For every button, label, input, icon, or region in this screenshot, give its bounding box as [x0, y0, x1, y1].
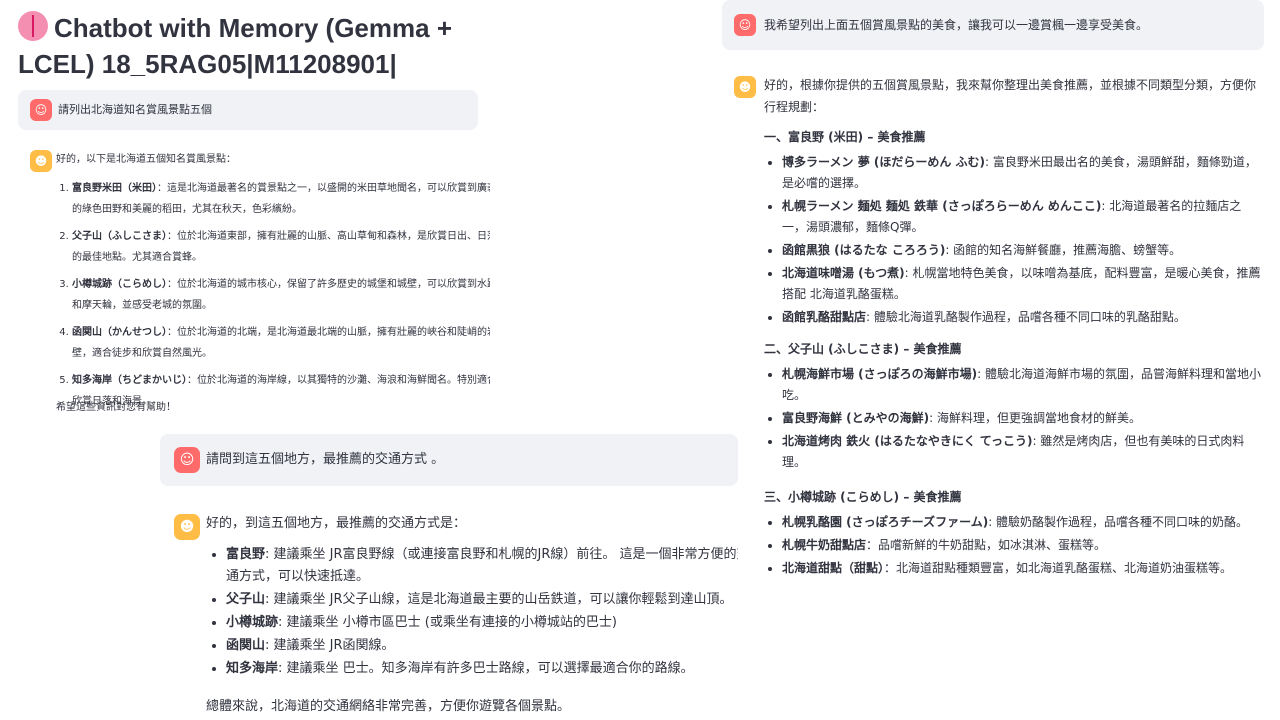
- list-item: 札幌海鮮市場 (さっぽろの海鮮市場): 體驗北海道海鮮市場的氛圍，品嘗海鮮料理和…: [782, 364, 1264, 406]
- assistant-outro: 總體來說，北海道的交通網絡非常完善，方便你遊覽各個景點。: [206, 699, 571, 714]
- section-heading: 二、父子山 (ふしこさま) – 美食推薦: [764, 342, 962, 356]
- assistant-list: 富良野米田（米田）：這是北海道最著名的賞景點之一，以盛開的米田草地聞名，可以欣賞…: [56, 178, 490, 418]
- user-message: ☺ 請列出北海道知名賞風景點五個: [18, 90, 478, 130]
- section-heading: 一、富良野 (米田) – 美食推薦: [764, 130, 926, 144]
- list-item: 札幌乳酪園 (さっぽろチーズファーム): 體驗奶酪製作過程，品嚐各種不同口味的奶…: [782, 512, 1264, 533]
- user-message: ☺ 請問到這五個地方，最推薦的交通方式 。: [160, 434, 738, 486]
- assistant-intro: 好的，到這五個地方，最推薦的交通方式是：: [206, 516, 467, 531]
- list-item: 函館黒狼 (はるたな ころろう): 函館的知名海鮮餐廳，推薦海膽、螃蟹等。: [782, 240, 1264, 261]
- user-avatar-icon: ☺: [174, 447, 200, 473]
- user-message-text: 我希望列出上面五個賞風景點的美食，讓我可以一邊賞楓一邊享受美食。: [764, 18, 1149, 32]
- list-item: 小樽城跡（こらめし）：位於北海道的城市核心，保留了許多歷史的城堡和城壁，可以欣賞…: [72, 274, 490, 316]
- chat-panel-right: ☺ 我希望列出上面五個賞風景點的美食，讓我可以一邊賞楓一邊享受美食。 ☻ 好的，…: [720, 0, 1280, 600]
- assistant-outro: 希望這些資訊對您有幫助！: [56, 402, 176, 413]
- section-heading: 三、小樽城跡 (こらめし) – 美食推薦: [764, 490, 962, 504]
- assistant-intro: 好的，根據你提供的五個賞風景點，我來幫你整理出美食推薦，並根據不同類型分類，方便…: [764, 78, 1257, 114]
- bot-avatar-icon: ☻: [734, 76, 756, 98]
- food-section: 二、父子山 (ふしこさま) – 美食推薦 札幌海鮮市場 (さっぽろの海鮮市場):…: [764, 340, 1264, 475]
- food-section: 三、小樽城跡 (こらめし) – 美食推薦 札幌乳酪園 (さっぽろチーズファーム)…: [764, 488, 1264, 581]
- assistant-list: 富良野: 建議乘坐 JR富良野線（或連接富良野和札幌的JR線）前往。 這是一個非…: [208, 544, 738, 681]
- list-item: 北海道味噌湯 (もつ煮): 札幌當地特色美食，以味噌為基底，配料豐富，是暖心美食…: [782, 263, 1264, 305]
- list-item: 函関山（かんせつし）：位於北海道的北端，是北海道最北端的山脈，擁有壯麗的峽谷和陡…: [72, 322, 490, 364]
- list-item: 北海道烤肉 鉄火 (はるたなやきにく てっこう): 雖然是烤肉店，但也有美味的日…: [782, 431, 1264, 473]
- list-item: 函関山: 建議乘坐 JR函関線。: [226, 635, 738, 657]
- list-item: 知多海岸: 建議乘坐 巴士。知多海岸有許多巴士路線，可以選擇最適合你的路線。: [226, 658, 738, 680]
- user-avatar-icon: ☺: [734, 14, 756, 36]
- assistant-intro: 好的，以下是北海道五個知名賞風景點：: [56, 154, 236, 165]
- list-item: 富良野海鮮 (とみやの海鮮): 海鮮料理，但更強調當地食材的鮮美。: [782, 408, 1264, 429]
- list-item: 札幌ラーメン 麺処 麺処 鉄華 (さっぽろらーめん めんここ): 北海道最著名的…: [782, 196, 1264, 238]
- list-item: 父子山: 建議乘坐 JR父子山線，這是北海道最主要的山岳鉄道，可以讓你輕鬆到達山…: [226, 589, 738, 611]
- brain-icon: [18, 11, 48, 41]
- list-item: 函館乳酪甜點店: 體驗北海道乳酪製作過程，品嚐各種不同口味的乳酪甜點。: [782, 307, 1264, 328]
- bot-avatar-icon: ☻: [174, 514, 200, 540]
- user-message-text: 請問到這五個地方，最推薦的交通方式 。: [206, 452, 445, 467]
- bot-avatar-icon: ☻: [30, 150, 52, 172]
- page-title-text: Chatbot with Memory (Gemma + LCEL) 18_5R…: [18, 13, 452, 79]
- section-list: 札幌乳酪園 (さっぽろチーズファーム): 體驗奶酪製作過程，品嚐各種不同口味的奶…: [764, 512, 1264, 579]
- list-item: 父子山（ふしこさま）：位於北海道東部，擁有壯麗的山脈、高山草甸和森林，是欣賞日出…: [72, 226, 490, 268]
- list-item: 小樽城跡: 建議乘坐 小樽市區巴士 (或乘坐有連接的小樽城站的巴士): [226, 612, 738, 634]
- chat-panel-left-top: Chatbot with Memory (Gemma + LCEL) 18_5R…: [0, 0, 490, 430]
- list-item: 富良野米田（米田）：這是北海道最著名的賞景點之一，以盛開的米田草地聞名，可以欣賞…: [72, 178, 490, 220]
- list-item: 札幌牛奶甜點店：品嚐新鮮的牛奶甜點，如冰淇淋、蛋糕等。: [782, 535, 1264, 556]
- section-list: 博多ラーメン 夢 (ほだらーめん ふむ): 富良野米田最出名的美食，湯頭鮮甜，麵…: [764, 152, 1264, 328]
- food-section: 一、富良野 (米田) – 美食推薦 博多ラーメン 夢 (ほだらーめん ふむ): …: [764, 128, 1264, 330]
- section-list: 札幌海鮮市場 (さっぽろの海鮮市場): 體驗北海道海鮮市場的氛圍，品嘗海鮮料理和…: [764, 364, 1264, 473]
- page-title: Chatbot with Memory (Gemma + LCEL) 18_5R…: [18, 10, 488, 82]
- list-item: 博多ラーメン 夢 (ほだらーめん ふむ): 富良野米田最出名的美食，湯頭鮮甜，麵…: [782, 152, 1264, 194]
- user-message: ☺ 我希望列出上面五個賞風景點的美食，讓我可以一邊賞楓一邊享受美食。: [722, 0, 1264, 50]
- chat-panel-left-bottom: ☺ 請問到這五個地方，最推薦的交通方式 。 ☻ 好的，到這五個地方，最推薦的交通…: [160, 430, 738, 720]
- user-message-text: 請列出北海道知名賞風景點五個: [58, 103, 212, 116]
- list-item: 富良野: 建議乘坐 JR富良野線（或連接富良野和札幌的JR線）前往。 這是一個非…: [226, 544, 738, 588]
- user-avatar-icon: ☺: [30, 99, 52, 121]
- list-item: 北海道甜點（甜點）：北海道甜點種類豐富，如北海道乳酪蛋糕、北海道奶油蛋糕等。: [782, 558, 1264, 579]
